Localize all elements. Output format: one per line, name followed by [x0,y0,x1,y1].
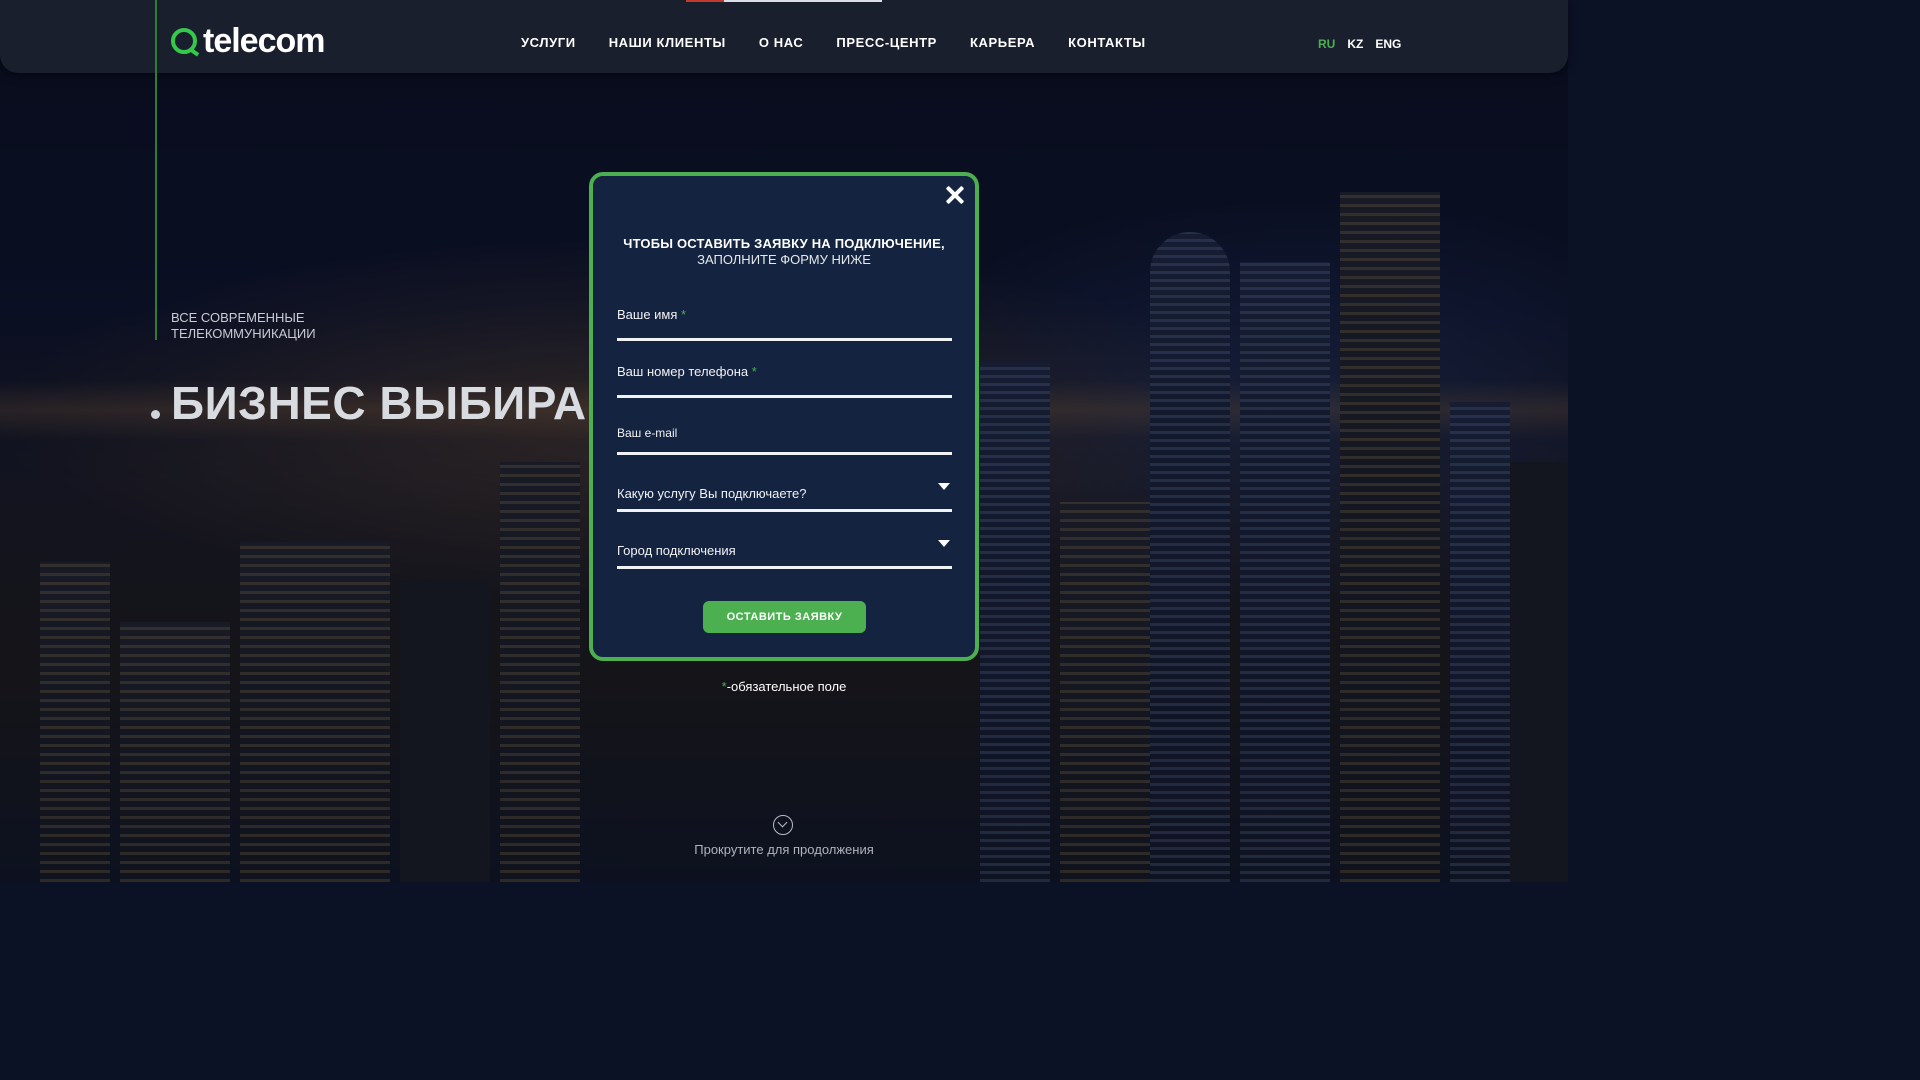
nav-item-services[interactable]: УСЛУГИ [521,35,576,50]
name-field[interactable]: Ваше имя * [617,304,952,341]
nav-item-contacts[interactable]: КОНТАКТЫ [1068,35,1146,50]
phone-field-label: Ваш номер телефона [617,364,749,379]
name-field-label: Ваше имя [617,307,678,322]
language-switcher: RU KZ ENG [1318,37,1401,51]
main-nav: УСЛУГИ НАШИ КЛИЕНТЫ О НАС ПРЕСС-ЦЕНТР КА… [521,35,1146,50]
nav-item-career[interactable]: КАРЬЕРА [970,35,1035,50]
scroll-hint-text: Прокрутите для продолжения [694,842,874,857]
logo-text: telecom [203,22,325,60]
required-star: * [751,364,757,379]
logo-mark-icon [171,28,197,54]
lang-ru[interactable]: RU [1318,37,1335,51]
nav-item-press-center[interactable]: ПРЕСС-ЦЕНТР [836,35,937,50]
site-header: telecom УСЛУГИ НАШИ КЛИЕНТЫ О НАС ПРЕСС-… [0,0,1568,73]
nav-item-clients[interactable]: НАШИ КЛИЕНТЫ [609,35,726,50]
hero-subtitle-line2: ТЕЛЕКОММУНИКАЦИИ [171,326,316,341]
service-select-label: Какую услугу Вы подключаете? [617,486,807,501]
dropdown-caret-icon [938,483,950,490]
close-icon[interactable] [945,185,965,205]
submit-request-button[interactable]: ОСТАВИТЬ ЗАЯВКУ [703,601,866,633]
hero-subtitle-line1: ВСЕ СОВРЕМЕННЫЕ [171,310,305,325]
lang-eng[interactable]: ENG [1375,37,1401,51]
scroll-down-icon[interactable] [773,815,793,835]
city-select[interactable]: Город подключения [617,532,952,569]
required-star: * [681,307,687,322]
required-note-text: -обязательное поле [726,679,847,694]
phone-field[interactable]: Ваш номер телефона * [617,361,952,398]
modal-subtitle: ЗАПОЛНИТЕ ФОРМУ НИЖЕ [697,252,871,267]
hero-subtitle: ВСЕ СОВРЕМЕННЫЕ ТЕЛЕКОММУНИКАЦИИ [171,310,371,342]
hero-dot [151,410,160,419]
email-field[interactable]: Ваш e-mail [617,418,952,455]
email-field-label: Ваш e-mail [617,426,678,440]
hero-title: БИЗНЕС ВЫБИРАЕ [171,377,618,429]
hero-vertical-line [155,0,157,340]
dropdown-caret-icon [938,540,950,547]
nav-item-about[interactable]: О НАС [759,35,804,50]
telecom-logo[interactable]: telecom [171,22,325,60]
modal-title: ЧТОБЫ ОСТАВИТЬ ЗАЯВКУ НА ПОДКЛЮЧЕНИЕ, [623,236,945,251]
top-progress-bar [686,0,882,2]
required-field-note: *-обязательное поле [0,679,1568,694]
city-select-label: Город подключения [617,543,736,558]
lang-kz[interactable]: KZ [1347,37,1363,51]
service-select[interactable]: Какую услугу Вы подключаете? [617,475,952,512]
request-modal: ЧТОБЫ ОСТАВИТЬ ЗАЯВКУ НА ПОДКЛЮЧЕНИЕ, ЗА… [589,172,979,661]
